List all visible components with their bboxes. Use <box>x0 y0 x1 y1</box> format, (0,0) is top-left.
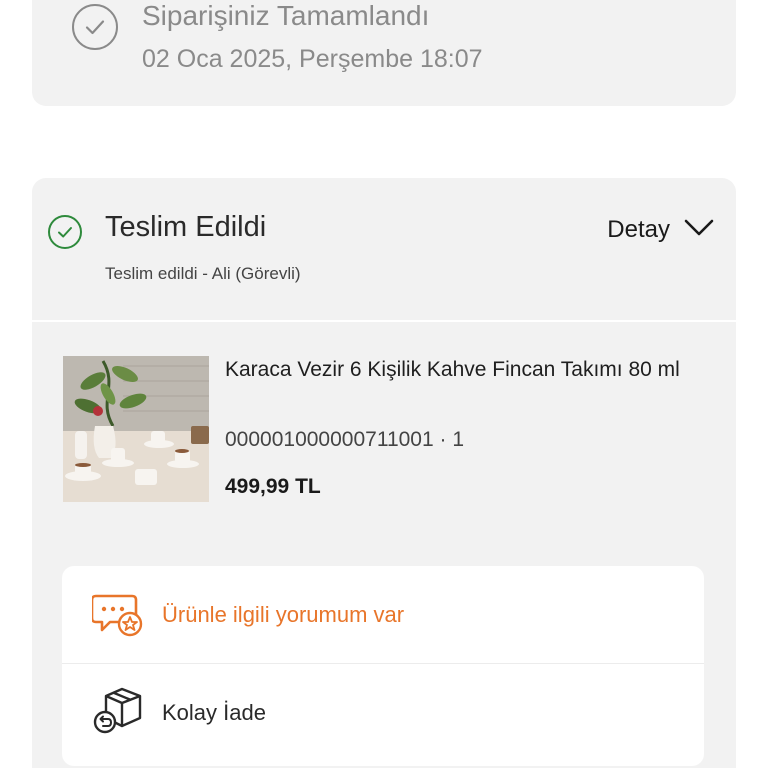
delivery-status-title: Teslim Edildi <box>105 211 267 243</box>
product-actions-list: Ürünle ilgili yorumum var Kolay İade <box>62 566 704 766</box>
review-chat-star-icon <box>90 592 144 638</box>
chevron-down-icon <box>684 218 714 243</box>
order-detail-page: Siparişiniz Tamamlandı 02 Oca 2025, Perş… <box>0 0 768 768</box>
section-divider <box>32 320 736 322</box>
review-product-button[interactable]: Ürünle ilgili yorumum var <box>62 566 704 663</box>
product-price: 499,99 TL <box>225 475 321 498</box>
easy-return-label: Kolay İade <box>162 699 266 725</box>
order-status-date: 02 Oca 2025, Perşembe 18:07 <box>142 45 483 73</box>
delivery-subtitle: Teslim edildi - Ali (Görevli) <box>105 264 301 283</box>
product-image[interactable] <box>63 356 209 502</box>
status-check-icon <box>72 4 118 50</box>
order-status-title: Siparişiniz Tamamlandı <box>142 0 430 31</box>
easy-return-button[interactable]: Kolay İade <box>62 664 704 761</box>
detail-toggle-button[interactable]: Detay <box>607 216 714 244</box>
detail-label: Detay <box>607 216 670 243</box>
delivery-header: Teslim Edildi Detay Teslim edildi - Ali … <box>32 178 736 321</box>
product-name[interactable]: Karaca Vezir 6 Kişilik Kahve Fincan Takı… <box>225 355 695 384</box>
return-box-icon <box>92 686 144 734</box>
review-product-label: Ürünle ilgili yorumum var <box>162 601 405 627</box>
product-code: 000001000000711001 · 1 <box>225 428 465 451</box>
delivered-check-icon <box>48 215 82 249</box>
delivery-card: Teslim Edildi Detay Teslim edildi - Ali … <box>32 178 736 768</box>
